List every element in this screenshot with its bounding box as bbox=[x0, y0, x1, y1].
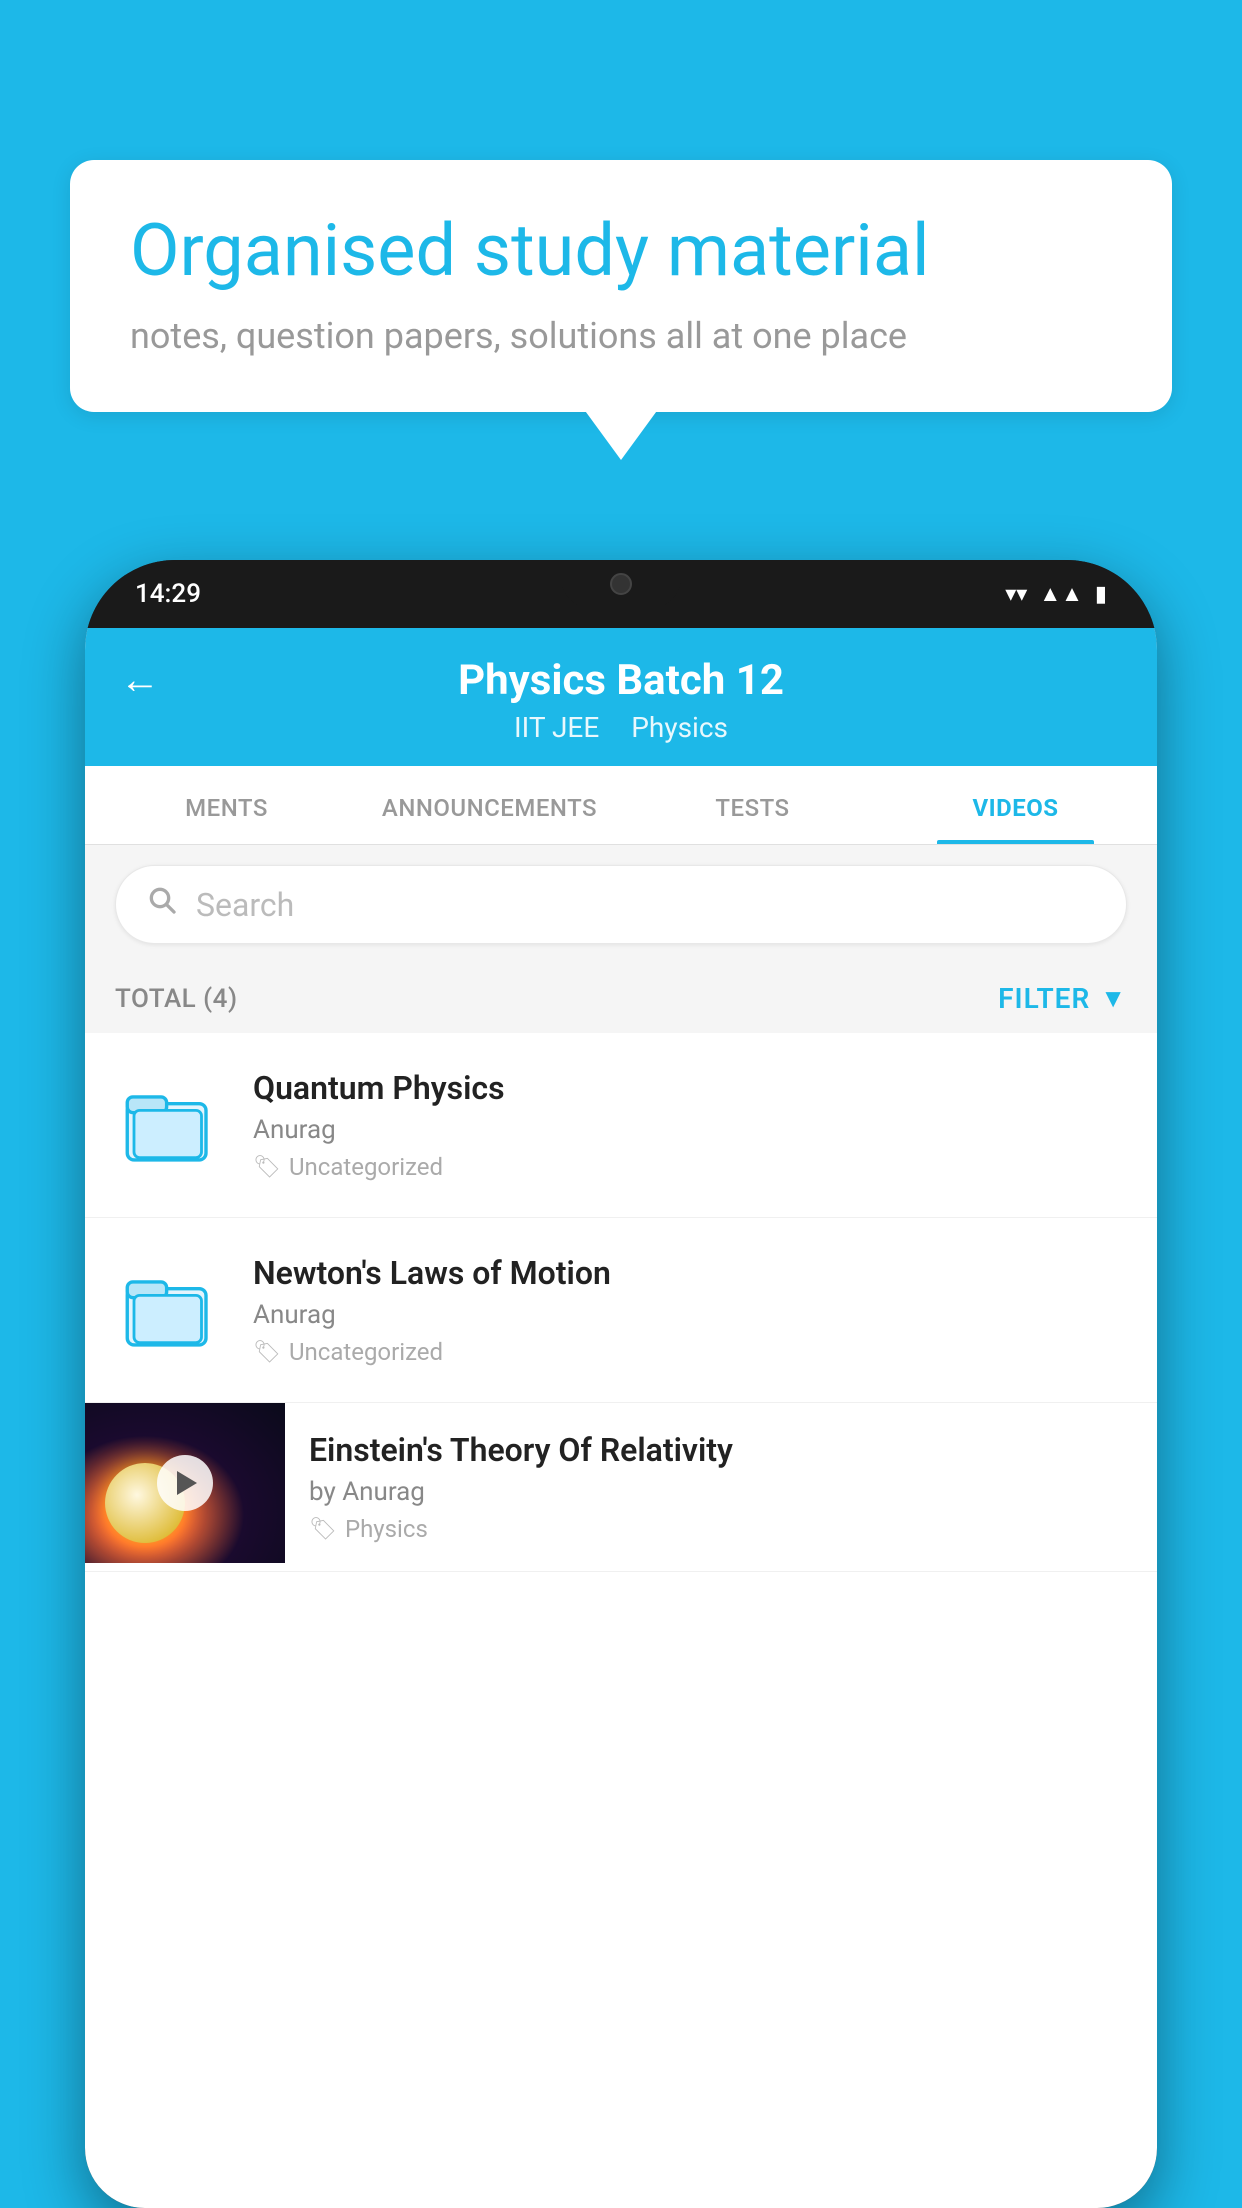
tab-announcements[interactable]: ANNOUNCEMENTS bbox=[358, 766, 621, 844]
battery-icon: ▮ bbox=[1095, 582, 1107, 607]
app-subtitle: IIT JEE Physics bbox=[514, 711, 728, 744]
tag-icon: 🏷 bbox=[309, 1517, 337, 1542]
list-item[interactable]: Quantum Physics Anurag 🏷 Uncategorized bbox=[85, 1033, 1157, 1218]
list-item[interactable]: Einstein's Theory Of Relativity by Anura… bbox=[85, 1403, 1157, 1572]
tab-videos[interactable]: VIDEOS bbox=[884, 766, 1147, 844]
filter-button[interactable]: FILTER ▼ bbox=[998, 982, 1127, 1015]
quantum-tag: 🏷 Uncategorized bbox=[253, 1153, 1127, 1181]
search-bar[interactable]: Search bbox=[115, 865, 1127, 944]
app-header: ← Physics Batch 12 IIT JEE Physics bbox=[85, 628, 1157, 766]
newton-tag: 🏷 Uncategorized bbox=[253, 1338, 1127, 1366]
quantum-title: Quantum Physics bbox=[253, 1069, 1127, 1107]
app-title: Physics Batch 12 bbox=[458, 656, 784, 705]
status-bar: 14:29 ▾▾ ▲▲ ▮ bbox=[85, 560, 1157, 628]
back-button[interactable]: ← bbox=[120, 656, 160, 703]
tab-bar: MENTS ANNOUNCEMENTS TESTS VIDEOS bbox=[85, 766, 1157, 845]
einstein-info: Einstein's Theory Of Relativity by Anura… bbox=[285, 1403, 1157, 1571]
newton-info: Newton's Laws of Motion Anurag 🏷 Uncateg… bbox=[253, 1254, 1127, 1366]
newton-folder-icon bbox=[115, 1255, 225, 1365]
filter-bar: TOTAL (4) FILTER ▼ bbox=[85, 964, 1157, 1033]
signal-icon: ▲▲ bbox=[1039, 581, 1083, 607]
einstein-tag: 🏷 Physics bbox=[309, 1515, 1133, 1543]
quantum-folder-icon bbox=[115, 1070, 225, 1180]
einstein-thumbnail bbox=[85, 1403, 285, 1563]
speech-bubble-title: Organised study material bbox=[130, 210, 1112, 293]
einstein-title: Einstein's Theory Of Relativity bbox=[309, 1431, 1133, 1469]
filter-icon: ▼ bbox=[1100, 983, 1127, 1014]
speech-bubble: Organised study material notes, question… bbox=[70, 160, 1172, 412]
status-time: 14:29 bbox=[135, 579, 201, 609]
einstein-author: by Anurag bbox=[309, 1477, 1133, 1507]
list-item[interactable]: Newton's Laws of Motion Anurag 🏷 Uncateg… bbox=[85, 1218, 1157, 1403]
quantum-info: Quantum Physics Anurag 🏷 Uncategorized bbox=[253, 1069, 1127, 1181]
front-camera bbox=[610, 573, 632, 595]
total-count: TOTAL (4) bbox=[115, 984, 238, 1014]
tab-ments[interactable]: MENTS bbox=[95, 766, 358, 844]
tab-tests[interactable]: TESTS bbox=[621, 766, 884, 844]
phone-frame: 14:29 ▾▾ ▲▲ ▮ ← Physics Batch 12 IIT JEE… bbox=[85, 560, 1157, 2208]
subject-tag-iitjee: IIT JEE bbox=[514, 711, 599, 744]
newton-author: Anurag bbox=[253, 1300, 1127, 1330]
phone-screen: ← Physics Batch 12 IIT JEE Physics MENTS… bbox=[85, 628, 1157, 2208]
search-icon bbox=[146, 884, 178, 925]
search-bar-container: Search bbox=[85, 845, 1157, 964]
quantum-author: Anurag bbox=[253, 1115, 1127, 1145]
wifi-icon: ▾▾ bbox=[1005, 582, 1027, 607]
subject-tag-physics: Physics bbox=[631, 711, 728, 744]
play-icon bbox=[177, 1471, 197, 1495]
search-input[interactable]: Search bbox=[196, 886, 294, 924]
video-list: Quantum Physics Anurag 🏷 Uncategorized bbox=[85, 1033, 1157, 1572]
status-icons: ▾▾ ▲▲ ▮ bbox=[1005, 581, 1107, 607]
tag-icon: 🏷 bbox=[253, 1155, 281, 1180]
phone-notch bbox=[561, 560, 681, 608]
speech-bubble-subtitle: notes, question papers, solutions all at… bbox=[130, 315, 1112, 357]
tag-icon: 🏷 bbox=[253, 1340, 281, 1365]
newton-title: Newton's Laws of Motion bbox=[253, 1254, 1127, 1292]
play-button[interactable] bbox=[157, 1455, 213, 1511]
